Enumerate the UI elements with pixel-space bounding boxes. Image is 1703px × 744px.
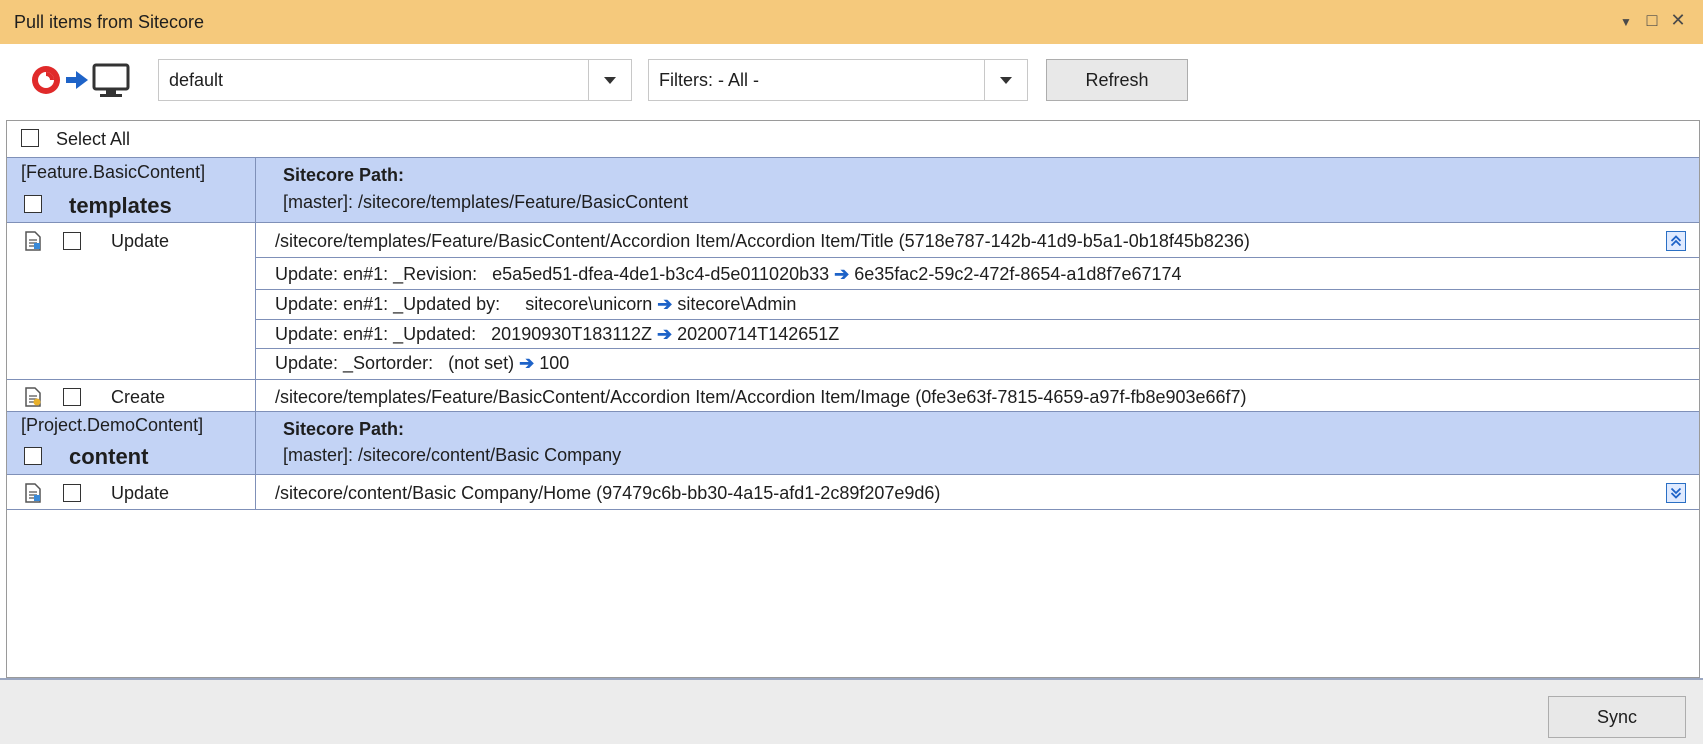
row-divider	[255, 348, 1699, 349]
change-row: Update: en#1: _Revision: e5a5ed51-dfea-4…	[275, 264, 1182, 285]
arrow-right-icon: ➔	[657, 294, 673, 314]
item-action: Update	[111, 231, 170, 251]
sitecore-path-value: [master]: /sitecore/content/Basic Compan…	[283, 445, 622, 465]
sitecore-path-value: [master]: /sitecore/templates/Feature/Ba…	[283, 192, 689, 212]
filter-value: Filters: - All -	[659, 70, 760, 90]
change-label: Update: en#1: _Revision:	[275, 264, 478, 284]
sitecore-path-label: Sitecore Path:	[283, 165, 405, 185]
window-dropdown-icon[interactable]: ▼	[1614, 10, 1638, 34]
window-title: Pull items from Sitecore	[14, 12, 205, 32]
item-action: Create	[111, 387, 166, 407]
monitor-icon	[92, 63, 130, 97]
change-from: sitecore\unicorn	[525, 294, 653, 314]
row-divider	[255, 319, 1699, 320]
change-from: e5a5ed51-dfea-4de1-b3c4-d5e011020b33	[492, 264, 830, 284]
document-icon	[25, 483, 41, 503]
connection-icon	[32, 63, 130, 97]
change-row: Update: en#1: _Updated: 20190930T183112Z…	[275, 324, 839, 345]
sitecore-path-label: Sitecore Path:	[283, 419, 405, 439]
select-all-checkbox[interactable]	[21, 129, 39, 147]
change-to: 6e35fac2-59c2-472f-8654-a1d8f7e67174	[854, 264, 1182, 284]
row-divider	[255, 257, 1699, 258]
item-checkbox[interactable]	[63, 484, 81, 502]
sitecore-logo-icon	[32, 66, 60, 94]
item-checkbox[interactable]	[63, 232, 81, 250]
arrow-right-icon: ➔	[657, 324, 673, 344]
maximize-icon[interactable]: □	[1640, 8, 1664, 32]
change-label: Update: en#1: _Updated:	[275, 324, 477, 344]
arrow-right-icon: ➔	[834, 264, 850, 284]
change-from: 20190930T183112Z	[491, 324, 652, 344]
select-all-label: Select All	[56, 129, 131, 149]
document-icon	[25, 231, 41, 251]
row-divider	[7, 222, 1699, 223]
footer-bar: Sync	[0, 678, 1703, 744]
chevron-down-icon[interactable]	[588, 60, 631, 100]
window-title-bar: Pull items from Sitecore ▼ □ ✕	[0, 0, 1703, 45]
connection-value: default	[169, 70, 224, 90]
change-to: 20200714T142651Z	[677, 324, 840, 344]
change-row: Update: en#1: _Updated by: sitecore\unic…	[275, 294, 796, 315]
change-label: Update: _Sortorder:	[275, 353, 434, 373]
sync-button[interactable]: Sync	[1548, 696, 1686, 738]
column-separator	[255, 158, 256, 509]
row-divider	[7, 379, 1699, 380]
group-module-label: [Feature.BasicContent]	[21, 162, 206, 182]
change-from: (not set)	[448, 353, 515, 373]
collapse-icon[interactable]	[1666, 231, 1686, 251]
group-checkbox-content[interactable]	[24, 447, 42, 465]
connection-select[interactable]: default	[158, 59, 632, 101]
arrow-right-icon	[66, 71, 88, 89]
group-name: templates	[69, 193, 172, 218]
items-grid: Select All [Feature.BasicContent] templa…	[6, 120, 1700, 678]
change-to: sitecore\Admin	[677, 294, 797, 314]
change-row: Update: _Sortorder: (not set) ➔ 100	[275, 353, 569, 374]
filter-select[interactable]: Filters: - All -	[648, 59, 1028, 101]
group-module-label: [Project.DemoContent]	[21, 415, 204, 435]
chevron-down-icon[interactable]	[984, 60, 1027, 100]
item-path[interactable]: /sitecore/templates/Feature/BasicContent…	[275, 231, 1250, 252]
row-divider	[7, 474, 1699, 475]
group-name: content	[69, 444, 149, 469]
row-divider	[255, 289, 1699, 290]
arrow-right-icon: ➔	[519, 353, 535, 373]
change-label: Update: en#1: _Updated by:	[275, 294, 501, 314]
document-icon	[25, 387, 41, 407]
change-to: 100	[539, 353, 570, 373]
group-checkbox-templates[interactable]	[24, 195, 42, 213]
item-action: Update	[111, 483, 170, 503]
expand-icon[interactable]	[1666, 483, 1686, 503]
item-path[interactable]: /sitecore/content/Basic Company/Home (97…	[275, 483, 940, 504]
group-header-templates[interactable]	[7, 158, 1699, 222]
item-path[interactable]: /sitecore/templates/Feature/BasicContent…	[275, 387, 1247, 408]
row-divider	[7, 509, 1699, 510]
refresh-button[interactable]: Refresh	[1046, 59, 1188, 101]
close-icon[interactable]: ✕	[1666, 8, 1690, 32]
item-checkbox[interactable]	[63, 388, 81, 406]
group-header-content[interactable]	[7, 412, 1699, 474]
